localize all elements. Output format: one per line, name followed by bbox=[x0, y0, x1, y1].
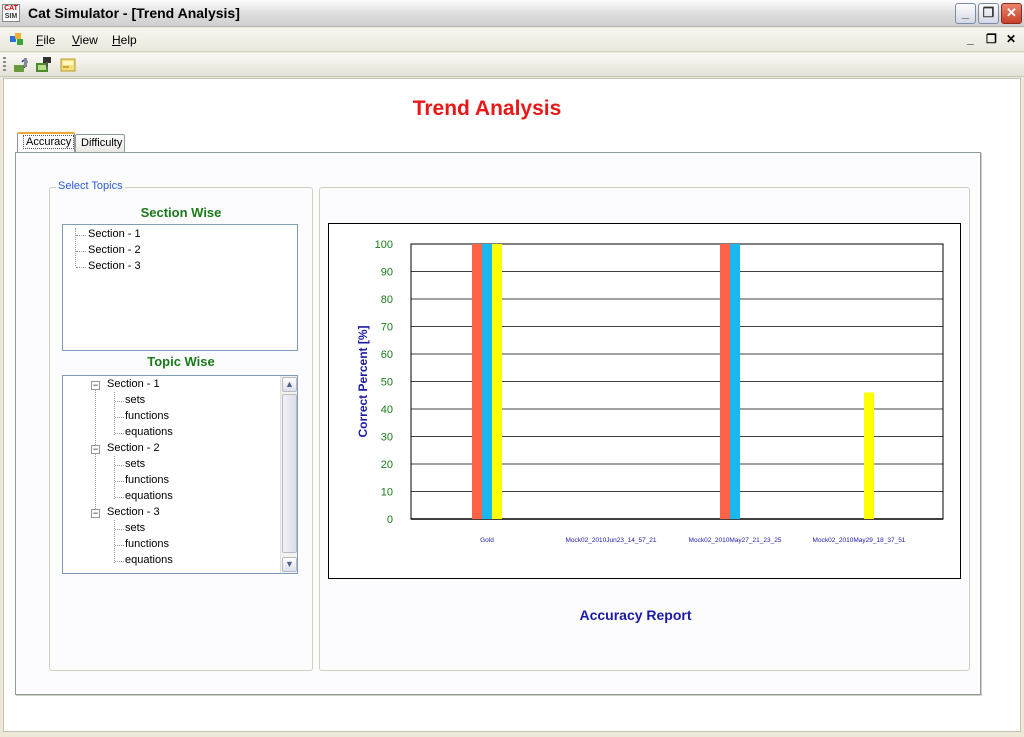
topic-section-3[interactable]: Section - 3 bbox=[107, 506, 160, 518]
bar bbox=[730, 244, 740, 519]
scroll-up-button[interactable]: ▲ bbox=[282, 377, 297, 392]
tree-connector bbox=[115, 417, 124, 418]
tree-connector bbox=[75, 228, 76, 266]
topic-wise-heading: Topic Wise bbox=[147, 354, 215, 369]
bar bbox=[864, 392, 874, 519]
chart-caption: Accuracy Report bbox=[579, 607, 692, 623]
report-icon[interactable] bbox=[59, 56, 77, 74]
accuracy-tab-panel: Select Topics Section Wise Section - 1 S… bbox=[15, 152, 981, 695]
topic-s1-functions[interactable]: functions bbox=[125, 410, 169, 422]
minimize-button[interactable]: _ bbox=[955, 3, 976, 24]
scroll-down-button[interactable]: ▼ bbox=[282, 557, 297, 572]
menu-bar: File View Help _ ❐ ✕ bbox=[0, 28, 1024, 52]
mdi-minimize-button[interactable]: _ bbox=[967, 32, 974, 46]
topic-tree-scrollbar[interactable]: ▲ ▼ bbox=[280, 376, 297, 573]
tree-connector bbox=[115, 465, 124, 466]
tree-connector bbox=[115, 401, 124, 402]
x-category-label: Mock02_2010May27_21_23_25 bbox=[689, 537, 782, 544]
tree-connector bbox=[115, 561, 124, 562]
y-tick-label: 60 bbox=[381, 349, 393, 361]
tree-connector bbox=[115, 529, 124, 530]
menu-view[interactable]: View bbox=[72, 33, 98, 47]
mdi-restore-button[interactable]: ❐ bbox=[986, 32, 997, 46]
tree-connector bbox=[115, 545, 124, 546]
select-topics-group: Select Topics Section Wise Section - 1 S… bbox=[49, 180, 313, 671]
tree-connector bbox=[114, 392, 115, 435]
topic-s2-equations[interactable]: equations bbox=[125, 490, 173, 502]
y-tick-label: 90 bbox=[381, 267, 393, 279]
y-tick-label: 50 bbox=[381, 377, 393, 389]
section-item-2[interactable]: Section - 2 bbox=[88, 244, 141, 256]
tree-connector bbox=[76, 251, 86, 252]
tree-connector bbox=[76, 235, 86, 236]
bar bbox=[720, 244, 730, 519]
section-1-expander[interactable]: − bbox=[91, 381, 100, 390]
y-tick-label: 70 bbox=[381, 322, 393, 334]
x-category-label: Gold bbox=[480, 537, 494, 544]
chart-group: 0 10 20 30 40 50 60 70 80 90 100 Correct Percent [%… bbox=[319, 187, 970, 671]
title-bar: CAT SIM Cat Simulator - [Trend Analysis]… bbox=[0, 0, 1024, 27]
topic-section-2[interactable]: Section - 2 bbox=[107, 442, 160, 454]
toolbar: ? bbox=[0, 53, 1024, 77]
topic-wise-tree[interactable]: − Section - 1 sets functions equations −… bbox=[62, 375, 298, 574]
tree-connector bbox=[114, 456, 115, 499]
tree-connector bbox=[115, 497, 124, 498]
mdi-document-icon[interactable] bbox=[10, 33, 24, 46]
window-title: Cat Simulator - [Trend Analysis] bbox=[28, 5, 240, 21]
topic-s2-sets[interactable]: sets bbox=[125, 458, 145, 470]
topic-section-1[interactable]: Section - 1 bbox=[107, 378, 160, 390]
scroll-thumb[interactable] bbox=[282, 394, 297, 553]
x-category-label: Mock02_2010Jun23_14_57_21 bbox=[565, 537, 656, 544]
section-2-expander[interactable]: − bbox=[91, 445, 100, 454]
menu-view-rest: iew bbox=[79, 33, 98, 47]
accuracy-chart: 0 10 20 30 40 50 60 70 80 90 100 Correct Percent [%… bbox=[356, 239, 944, 544]
menu-help-rest: elp bbox=[120, 33, 137, 47]
tree-connector bbox=[114, 520, 115, 563]
y-tick-label: 80 bbox=[381, 294, 393, 306]
menu-file[interactable]: File bbox=[36, 33, 55, 47]
y-tick-label: 40 bbox=[381, 404, 393, 416]
y-axis-label: Correct Percent [%] bbox=[356, 325, 370, 437]
help-icon[interactable]: ? bbox=[12, 56, 30, 74]
section-wise-tree[interactable]: Section - 1 Section - 2 Section - 3 bbox=[62, 224, 298, 351]
main-area: Trend Analysis Accuracy Difficulty Selec… bbox=[3, 78, 1021, 732]
x-category-label: Mock02_2010May29_18_37_51 bbox=[813, 537, 906, 544]
topic-s3-equations[interactable]: equations bbox=[125, 554, 173, 566]
topic-s1-sets[interactable]: sets bbox=[125, 394, 145, 406]
bar bbox=[482, 244, 492, 519]
topic-s3-sets[interactable]: sets bbox=[125, 522, 145, 534]
section-item-1[interactable]: Section - 1 bbox=[88, 228, 141, 240]
chart-frame: 0 10 20 30 40 50 60 70 80 90 100 Correct Percent [%… bbox=[328, 223, 961, 579]
tab-accuracy[interactable]: Accuracy bbox=[17, 132, 75, 153]
menu-file-rest: ile bbox=[43, 33, 56, 47]
y-tick-label: 30 bbox=[381, 432, 393, 444]
topic-s3-functions[interactable]: functions bbox=[125, 538, 169, 550]
y-tick-label: 0 bbox=[387, 514, 393, 526]
restore-button[interactable]: ❐ bbox=[978, 3, 999, 24]
section-item-3[interactable]: Section - 3 bbox=[88, 260, 141, 272]
toolbar-grip[interactable] bbox=[3, 57, 6, 73]
mdi-close-button[interactable]: ✕ bbox=[1006, 32, 1016, 46]
tree-connector bbox=[115, 433, 124, 434]
section-3-expander[interactable]: − bbox=[91, 509, 100, 518]
y-tick-label: 20 bbox=[381, 459, 393, 471]
topic-s1-equations[interactable]: equations bbox=[125, 426, 173, 438]
app-icon: CAT SIM bbox=[2, 4, 20, 22]
tools-icon[interactable] bbox=[35, 56, 53, 74]
section-wise-heading: Section Wise bbox=[140, 205, 222, 220]
close-button[interactable]: ✕ bbox=[1001, 3, 1022, 24]
page-title: Trend Analysis bbox=[412, 97, 562, 120]
y-tick-label: 100 bbox=[375, 239, 393, 251]
menu-help[interactable]: Help bbox=[112, 33, 137, 47]
bar bbox=[472, 244, 482, 519]
y-tick-label: 10 bbox=[381, 487, 393, 499]
bar bbox=[492, 244, 502, 519]
tab-difficulty[interactable]: Difficulty bbox=[75, 134, 125, 153]
tree-connector bbox=[115, 481, 124, 482]
tree-connector bbox=[76, 267, 86, 268]
select-topics-label: Select Topics bbox=[56, 180, 125, 192]
topic-s2-functions[interactable]: functions bbox=[125, 474, 169, 486]
